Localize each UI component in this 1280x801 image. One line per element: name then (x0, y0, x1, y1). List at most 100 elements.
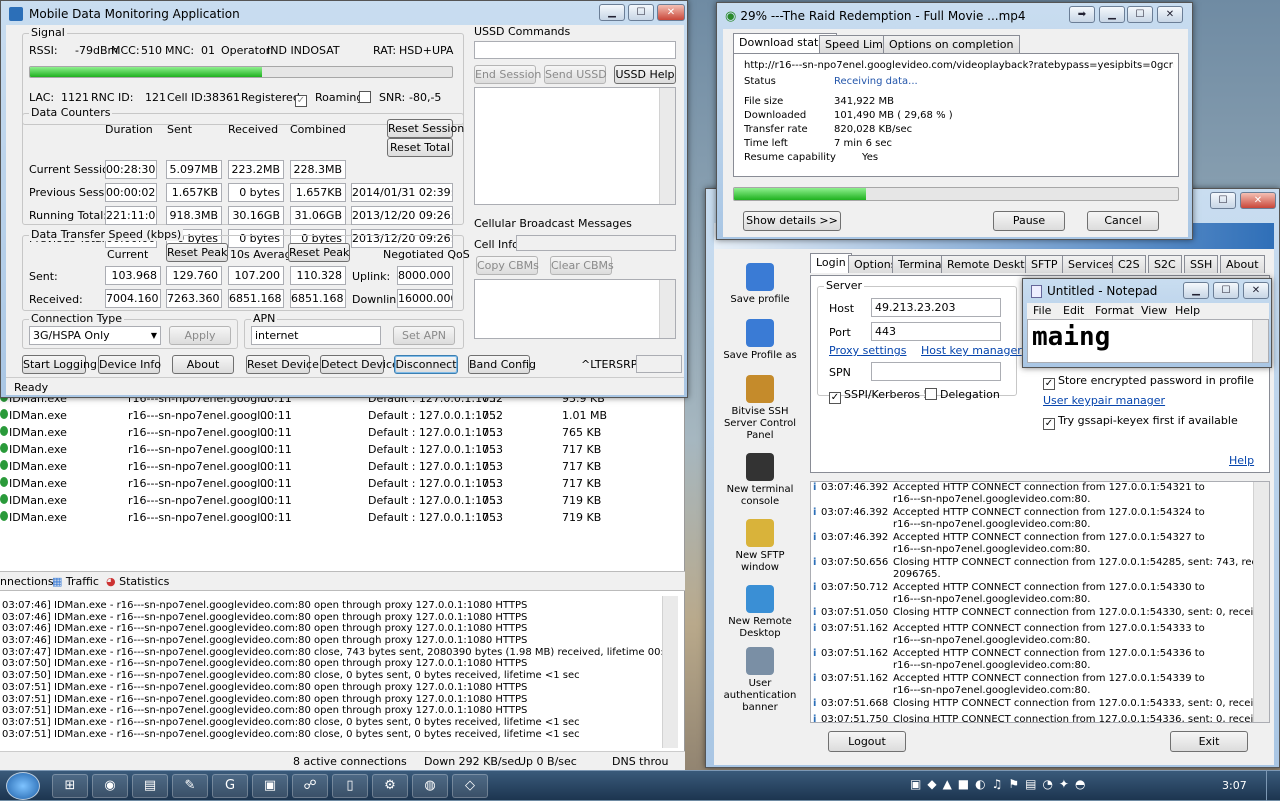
maximize-button[interactable]: ☐ (628, 4, 654, 21)
notepad-titlebar[interactable]: Untitled - Notepad ▁ ☐ ✕ (1023, 279, 1271, 303)
logout-button[interactable]: Logout (828, 731, 906, 752)
taskbar-network-icon[interactable]: ☍ (292, 774, 328, 798)
taskbar-firefox-icon[interactable]: ◉ (92, 774, 128, 798)
table-row[interactable]: IDMan.exe r16---sn-npo7enel.googl... 00:11… (0, 424, 685, 441)
bitvise-log-scrollbar[interactable] (1253, 482, 1269, 722)
idm-arrow-button[interactable]: ➡ (1069, 6, 1095, 23)
taskbar-folder-icon[interactable]: ▤ (132, 774, 168, 798)
tray-icons[interactable]: ▣◆▲■◐♫⚑▤◔✦◓ (910, 777, 1091, 791)
reset-session-button[interactable]: Reset Session (387, 119, 464, 138)
host-key-manager-link[interactable]: Host key manager (921, 344, 1022, 357)
start-button[interactable] (6, 772, 40, 800)
reset-peak-button[interactable]: Reset Peak (166, 243, 228, 262)
taskbar-app-icon[interactable]: ◇ (452, 774, 488, 798)
band-config-button[interactable]: Band Config (468, 355, 536, 374)
sidebar-item[interactable]: New terminal console (717, 453, 803, 508)
registered-checkbox[interactable]: ✓ (295, 91, 310, 107)
bitvise-close-button[interactable]: ✕ (1240, 192, 1276, 209)
reset-peak-average-button[interactable]: Reset Peak (288, 243, 350, 262)
cbm-scrollbar[interactable] (659, 280, 675, 338)
tab-c2s[interactable]: C2S (1112, 255, 1146, 273)
help-link[interactable]: Help (1229, 454, 1254, 467)
notepad-editor[interactable]: maing (1027, 319, 1269, 363)
table-row[interactable]: IDMan.exe r16---sn-npo7enel.googl... 00:11… (0, 509, 685, 526)
minimize-button[interactable]: ▁ (599, 4, 625, 21)
ussd-input[interactable] (474, 41, 676, 59)
tab-connections[interactable]: nnections (0, 575, 54, 588)
delegation-checkbox[interactable]: Delegation (925, 388, 1000, 401)
idm-close-button[interactable]: ✕ (1157, 6, 1183, 23)
taskbar-g-icon[interactable]: G (212, 774, 248, 798)
about-button[interactable]: About (172, 355, 234, 374)
tab-about[interactable]: About (1220, 255, 1265, 273)
idm-titlebar[interactable]: ◉ 29% ---The Raid Redemption - Full Movi… (717, 3, 1192, 29)
mdm-titlebar[interactable]: Mobile Data Monitoring Application ▁ ☐ ✕ (1, 1, 687, 27)
sspi-checkbox[interactable]: ✓ SSPI/Kerberos 5 (829, 388, 931, 404)
reset-device-button[interactable]: Reset Device (246, 355, 319, 374)
taskbar-tools-icon[interactable]: ⚙ (372, 774, 408, 798)
taskbar-notepad-icon[interactable]: ▯ (332, 774, 368, 798)
keypair-manager-link[interactable]: User keypair manager (1043, 394, 1165, 407)
set-apn-button[interactable]: Set APN (393, 326, 455, 345)
reset-total-button[interactable]: Reset Total (387, 138, 453, 157)
proxy-settings-link[interactable]: Proxy settings (829, 344, 907, 357)
copy-cbms-button[interactable]: Copy CBMs (476, 256, 539, 275)
proxy-log-scrollbar[interactable] (662, 596, 678, 748)
host-input[interactable]: 49.213.23.203 (871, 298, 1001, 317)
table-row[interactable]: IDMan.exe r16---sn-npo7enel.googl... 00:11… (0, 458, 685, 475)
sidebar-item[interactable]: User authentication banner (717, 647, 803, 714)
notepad-close-button[interactable]: ✕ (1243, 282, 1269, 299)
tab-sftp[interactable]: SFTP (1025, 255, 1064, 273)
spn-input[interactable] (871, 362, 1001, 381)
idm-maximize-button[interactable]: ☐ (1127, 6, 1153, 23)
table-row[interactable]: IDMan.exe r16---sn-npo7enel.googl... 00:11… (0, 475, 685, 492)
store-password-checkbox[interactable]: ✓ Store encrypted password in profile (1043, 374, 1254, 390)
sidebar-item[interactable]: Bitvise SSH Server Control Panel (717, 375, 803, 442)
table-row[interactable]: IDMan.exe r16---sn-npo7enel.googl... 00:11… (0, 492, 685, 509)
tab-s2c[interactable]: S2C (1148, 255, 1182, 273)
taskbar-windows-icon[interactable]: ⊞ (52, 774, 88, 798)
table-row[interactable]: IDMan.exe r16---sn-npo7enel.googl... 00:11… (0, 441, 685, 458)
menu-format[interactable]: Format (1095, 304, 1134, 317)
exit-button[interactable]: Exit (1170, 731, 1248, 752)
tab-traffic[interactable]: ▦ Traffic (52, 575, 99, 588)
menu-file[interactable]: File (1033, 304, 1051, 317)
end-session-button[interactable]: End Session (474, 65, 541, 84)
detect-device-button[interactable]: Detect Device (320, 355, 399, 374)
sidebar-item[interactable]: Save Profile as (717, 319, 803, 362)
menu-help[interactable]: Help (1175, 304, 1200, 317)
send-ussd-button[interactable]: Send USSD (544, 65, 607, 84)
notepad-minimize-button[interactable]: ▁ (1183, 282, 1209, 299)
apn-input[interactable]: internet (251, 326, 381, 345)
notepad-scrollbar[interactable] (1252, 320, 1268, 362)
connection-type-select[interactable]: 3G/HSPA Only ▼ (29, 326, 161, 345)
start-logging-button[interactable]: Start Logging (22, 355, 97, 374)
disconnect-button[interactable]: Disconnect (394, 355, 458, 374)
clock[interactable]: 3:07 (1222, 779, 1247, 792)
port-input[interactable]: 443 (871, 322, 1001, 341)
gssapi-checkbox[interactable]: ✓ Try gssapi-keyex first if available (1043, 414, 1238, 430)
close-button[interactable]: ✕ (657, 4, 685, 21)
taskbar-globe-icon[interactable]: ◍ (412, 774, 448, 798)
sidebar-item[interactable]: New Remote Desktop (717, 585, 803, 640)
show-details-button[interactable]: Show details >> (743, 211, 841, 231)
menu-view[interactable]: View (1141, 304, 1167, 317)
tab-options-on-completion[interactable]: Options on completion (883, 35, 1020, 53)
ussd-help-button[interactable]: USSD Help (614, 65, 676, 84)
tab-statistics[interactable]: ◕ Statistics (106, 575, 169, 588)
table-row[interactable]: IDMan.exe r16---sn-npo7enel.googl... 00:11… (0, 407, 685, 424)
taskbar-terminal-icon[interactable]: ▣ (252, 774, 288, 798)
idm-minimize-button[interactable]: ▁ (1099, 6, 1125, 23)
notepad-maximize-button[interactable]: ☐ (1213, 282, 1239, 299)
device-info-button[interactable]: Device Info (98, 355, 161, 374)
sidebar-item[interactable]: New SFTP window (717, 519, 803, 574)
cancel-button[interactable]: Cancel (1087, 211, 1159, 231)
ussd-scrollbar[interactable] (659, 88, 675, 204)
tab-ssh[interactable]: SSH (1184, 255, 1219, 273)
tab-login[interactable]: Login (810, 253, 852, 273)
taskbar-pencil-icon[interactable]: ✎ (172, 774, 208, 798)
bitvise-maximize-button[interactable]: ☐ (1210, 192, 1236, 209)
menu-edit[interactable]: Edit (1063, 304, 1084, 317)
show-desktop-button[interactable] (1266, 771, 1280, 801)
pause-button[interactable]: Pause (993, 211, 1065, 231)
